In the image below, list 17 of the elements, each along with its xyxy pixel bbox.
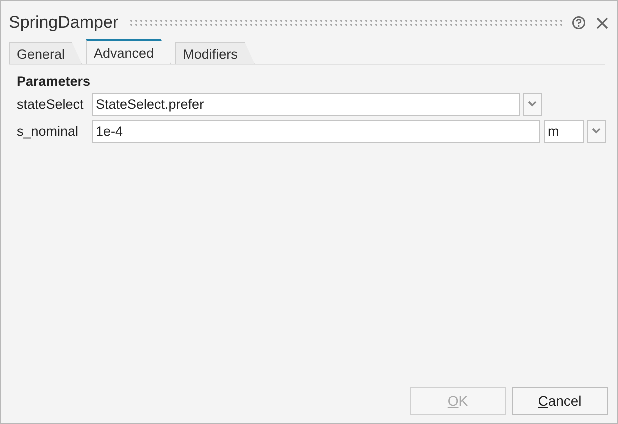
select-field[interactable]: StateSelect.prefer bbox=[92, 92, 520, 116]
unit-field[interactable]: m bbox=[544, 120, 584, 142]
section-heading: Parameters bbox=[17, 74, 92, 89]
input-field[interactable]: 1e-4 bbox=[92, 120, 540, 142]
window-title: SpringDamper bbox=[9, 13, 119, 33]
dialog-button[interactable]: Cancel bbox=[512, 387, 608, 415]
param-label: stateSelect bbox=[17, 96, 85, 112]
help-icon[interactable] bbox=[572, 16, 586, 30]
param-label: s_nominal bbox=[17, 124, 80, 138]
tab[interactable]: General bbox=[9, 42, 82, 64]
tab[interactable]: Modifiers bbox=[175, 42, 255, 64]
dropdown-button[interactable] bbox=[587, 120, 606, 142]
caret-icon bbox=[592, 128, 601, 134]
close-icon[interactable] bbox=[596, 16, 609, 30]
tab[interactable]: Advanced bbox=[86, 39, 172, 64]
dropdown-button[interactable] bbox=[523, 92, 542, 116]
caret-icon bbox=[528, 101, 537, 107]
